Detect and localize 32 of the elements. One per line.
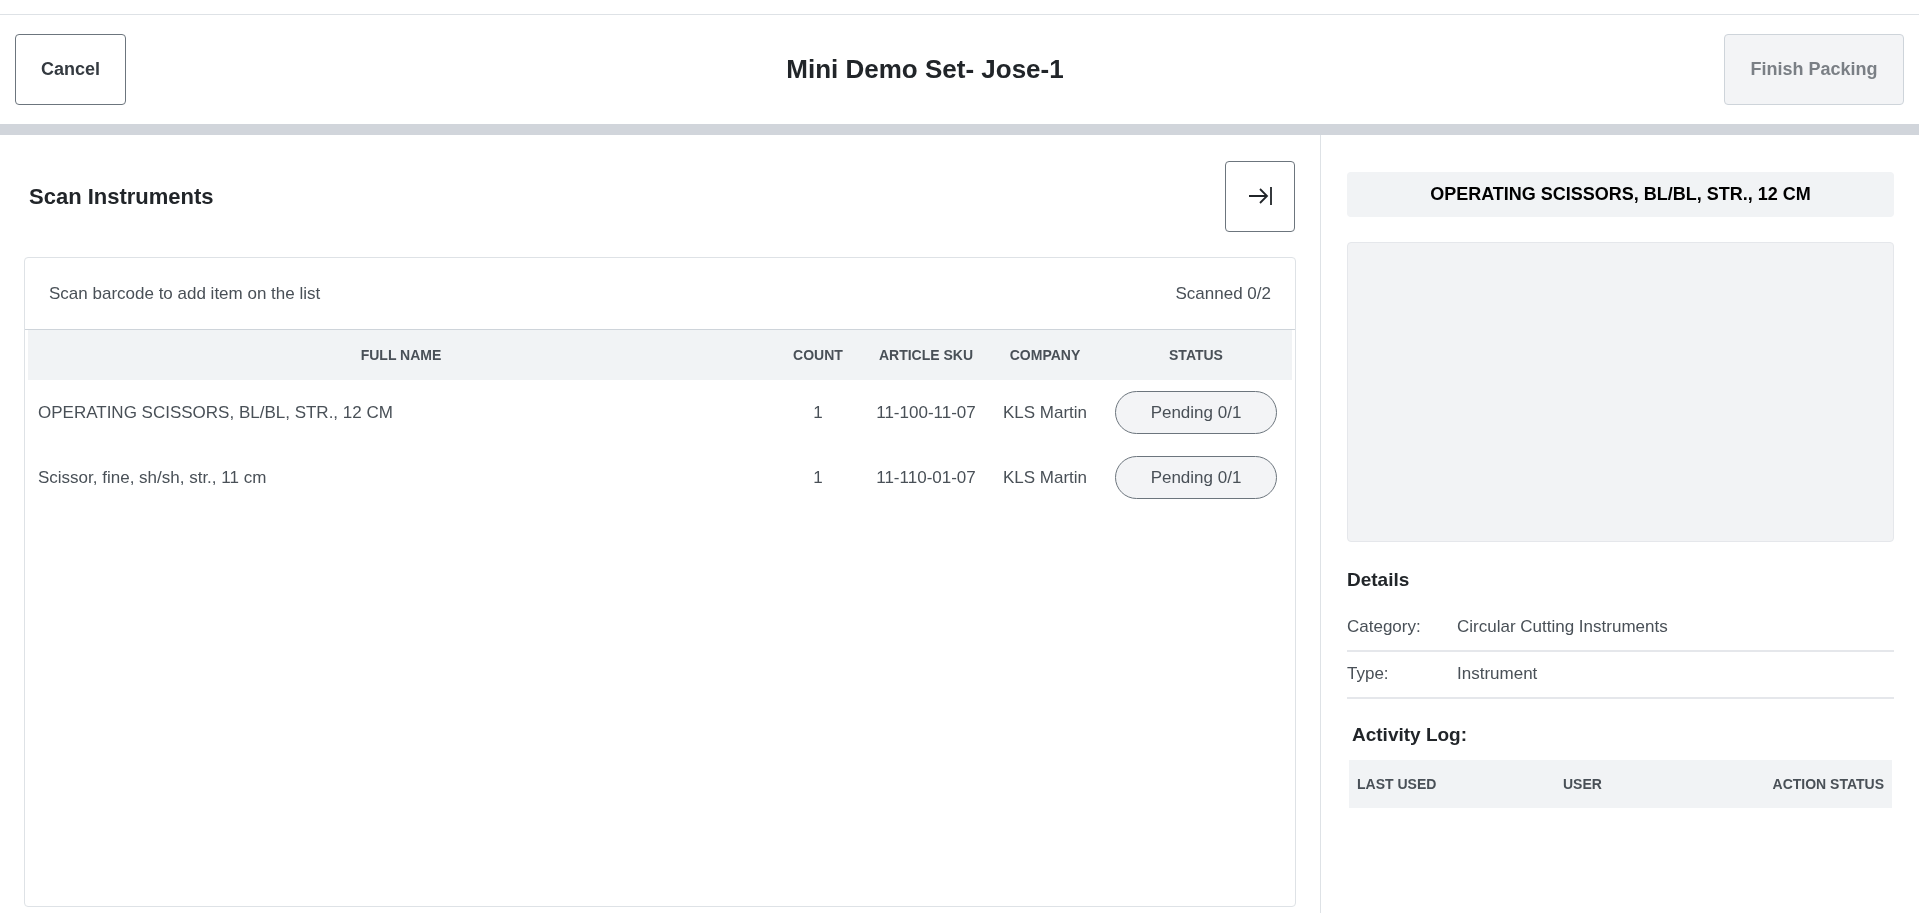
table-cell: 11-100-11-07: [876, 402, 976, 422]
column-header: ACTION STATUS: [1772, 775, 1884, 792]
table-cell: Scissor, fine, sh/sh, str., 11 cm: [38, 467, 267, 487]
details-heading: Details: [1347, 568, 1411, 592]
cancel-button[interactable]: Cancel: [15, 34, 126, 105]
detail-value: Circular Cutting Instruments: [1457, 616, 1668, 639]
status-pill: Pending 0/1: [1115, 391, 1277, 434]
activity-log-heading: Activity Log:: [1352, 722, 1469, 747]
table-cell: 11-110-01-07: [876, 467, 976, 487]
table-cell: OPERATING SCISSORS, BL/BL, STR., 12 CM: [38, 402, 393, 422]
status-pill: Pending 0/1: [1115, 456, 1277, 499]
table-cell: KLS Martin: [1002, 402, 1088, 422]
scan-hint: Scan barcode to add item on the list: [49, 282, 321, 305]
table-cell: 1: [813, 467, 823, 487]
item-title: OPERATING SCISSORS, BL/BL, STR., 12 CM: [1347, 172, 1894, 217]
column-header: USER: [1563, 775, 1602, 792]
column-header: STATUS: [1169, 346, 1223, 363]
column-header: ARTICLE SKU: [878, 346, 974, 363]
column-header: COUNT: [793, 346, 843, 363]
detail-value: Instrument: [1457, 663, 1538, 686]
table-cell: 1: [813, 402, 823, 422]
collapse-button[interactable]: [1225, 160, 1295, 232]
page-title: Mini Demo Set- Jose-1: [786, 53, 1064, 86]
column-header: COMPANY: [1009, 346, 1081, 363]
scanned-count: Scanned 0/2: [1175, 282, 1271, 305]
section-title: Scan Instruments: [29, 182, 214, 211]
arrow-to-bar-icon: [1247, 185, 1273, 207]
column-header: LAST USED: [1357, 775, 1437, 792]
detail-label: Type:: [1347, 663, 1390, 686]
column-header: FULL NAME: [360, 346, 442, 363]
table-cell: KLS Martin: [1002, 467, 1088, 487]
detail-label: Category:: [1347, 616, 1422, 639]
